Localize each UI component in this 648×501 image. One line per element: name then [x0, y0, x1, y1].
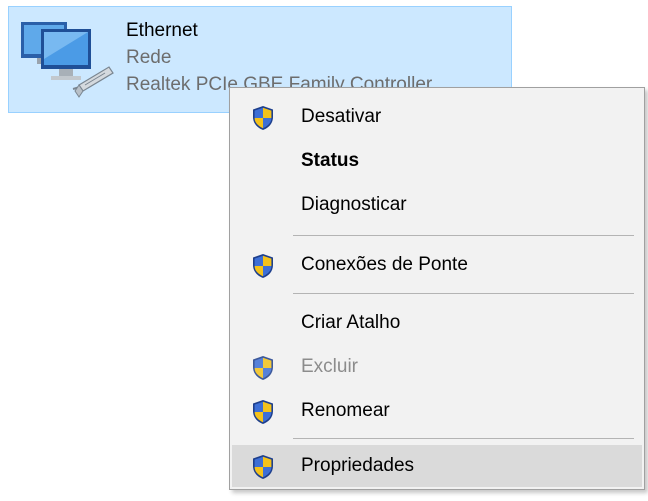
adapter-name: Ethernet [126, 20, 198, 41]
uac-shield-icon [251, 355, 275, 381]
menu-separator [293, 235, 634, 236]
uac-shield-icon [251, 253, 275, 279]
uac-shield-icon [251, 105, 275, 131]
menu-item-label: Criar Atalho [301, 312, 401, 333]
menu-item-label: Excluir [301, 356, 359, 377]
menu-item-label: Diagnosticar [301, 194, 407, 215]
uac-shield-icon [251, 454, 275, 480]
menu-item-conexoes-de-ponte[interactable]: Conexões de Ponte [232, 244, 642, 286]
menu-item-excluir: Excluir [232, 346, 642, 388]
menu-item-label: Status [301, 150, 360, 171]
menu-separator [293, 293, 634, 294]
context-menu: Desativar Status Diagnosticar Conexões d… [229, 87, 645, 490]
menu-item-label: Conexões de Ponte [301, 254, 468, 275]
uac-shield-icon [251, 399, 275, 425]
network-adapter-icon [21, 22, 114, 98]
menu-item-diagnosticar[interactable]: Diagnosticar [232, 184, 642, 226]
menu-separator [293, 438, 634, 439]
menu-item-desativar[interactable]: Desativar [232, 96, 642, 138]
menu-item-propriedades[interactable]: Propriedades [232, 445, 642, 487]
menu-item-renomear[interactable]: Renomear [232, 390, 642, 432]
menu-item-label: Renomear [301, 400, 390, 421]
menu-item-label: Desativar [301, 106, 382, 127]
desktop-window: Ethernet Rede Realtek PCIe GBE Family Co… [0, 0, 648, 501]
menu-item-label: Propriedades [301, 455, 415, 476]
adapter-status: Rede [126, 47, 172, 68]
menu-item-criar-atalho[interactable]: Criar Atalho [232, 302, 642, 344]
menu-item-status[interactable]: Status [232, 140, 642, 182]
